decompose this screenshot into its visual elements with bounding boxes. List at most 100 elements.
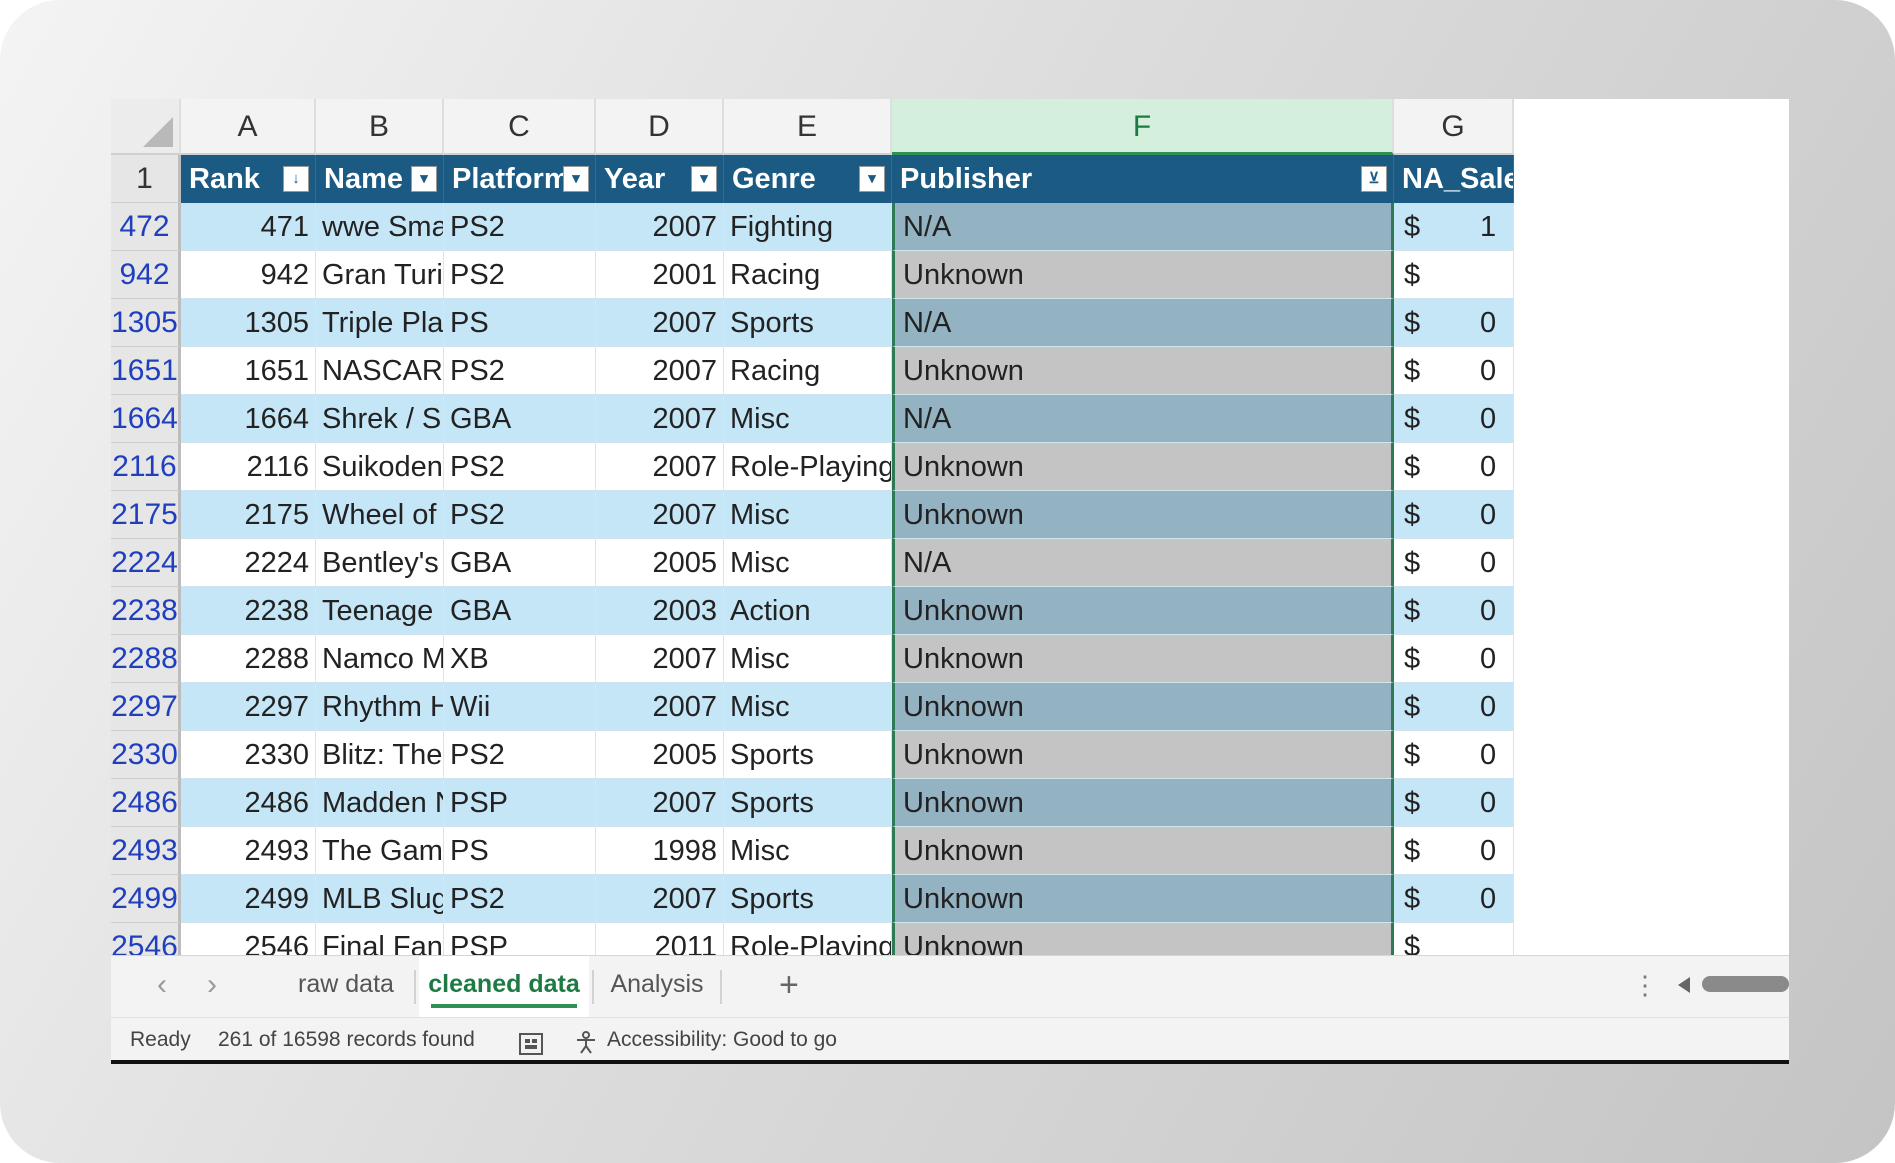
cell-publisher[interactable]: Unknown [892,347,1394,395]
cell-year[interactable]: 2007 [596,299,724,347]
cell-rank[interactable]: 2486 [181,779,316,827]
cell-year[interactable]: 2007 [596,635,724,683]
cell-platform[interactable]: PSP [444,923,596,955]
cell-year[interactable]: 2007 [596,779,724,827]
cell-na[interactable]: $ [1394,923,1514,955]
cell-rank[interactable]: 2297 [181,683,316,731]
cell-name[interactable]: Wheel of F [316,491,444,539]
tab-cleaned-data[interactable]: cleaned data [419,956,589,1018]
cell-genre[interactable]: Misc [724,827,892,875]
row-number[interactable]: 2175 [111,491,181,539]
cell-publisher[interactable]: Unknown [892,587,1394,635]
cell-year[interactable]: 2005 [596,731,724,779]
cell-year[interactable]: 2007 [596,683,724,731]
cell-rank[interactable]: 1651 [181,347,316,395]
cell-year[interactable]: 2001 [596,251,724,299]
cell-year[interactable]: 2007 [596,443,724,491]
row-number[interactable]: 2224 [111,539,181,587]
cell-year[interactable]: 1998 [596,827,724,875]
cell-name[interactable]: Triple Play [316,299,444,347]
cell-na[interactable]: $0 [1394,347,1514,395]
cell-name[interactable]: Blitz: The L [316,731,444,779]
cell-platform[interactable]: GBA [444,587,596,635]
cell-year[interactable]: 2007 [596,491,724,539]
row-number[interactable]: 472 [111,203,181,251]
cell-publisher[interactable]: Unknown [892,683,1394,731]
cell-rank[interactable]: 2224 [181,539,316,587]
row-number[interactable]: 1 [111,155,181,203]
column-header-c[interactable]: C [444,99,596,155]
column-header-f[interactable]: F [892,99,1394,155]
cell-genre[interactable]: Misc [724,683,892,731]
more-options-icon[interactable]: ⋮ [1632,956,1658,1018]
cell-platform[interactable]: PS2 [444,875,596,923]
cell-genre[interactable]: Racing [724,251,892,299]
cell-year[interactable]: 2011 [596,923,724,955]
column-header-b[interactable]: B [316,99,444,155]
cell-publisher[interactable]: Unknown [892,443,1394,491]
cell-rank[interactable]: 2116 [181,443,316,491]
cell-genre[interactable]: Misc [724,395,892,443]
cell-rank[interactable]: 1305 [181,299,316,347]
cell-platform[interactable]: PSP [444,779,596,827]
cell-publisher[interactable]: N/A [892,299,1394,347]
cell-name[interactable]: Final Fant [316,923,444,955]
cell-platform[interactable]: GBA [444,539,596,587]
cell-rank[interactable]: 2499 [181,875,316,923]
cell-publisher[interactable]: N/A [892,395,1394,443]
cell-na[interactable]: $0 [1394,635,1514,683]
select-all-corner[interactable] [111,99,181,155]
prev-sheet-icon[interactable]: ‹ [157,956,167,1018]
filter-dropdown-icon[interactable]: ▾ [563,166,589,192]
cell-name[interactable]: Bentley's H [316,539,444,587]
row-number[interactable]: 1305 [111,299,181,347]
filter-dropdown-icon[interactable]: ▾ [859,166,885,192]
cell-na[interactable]: $0 [1394,779,1514,827]
next-sheet-icon[interactable]: › [207,956,217,1018]
cell-platform[interactable]: PS [444,299,596,347]
tab-analysis[interactable]: Analysis [597,956,717,1018]
cell-year[interactable]: 2007 [596,875,724,923]
cell-rank[interactable]: 2546 [181,923,316,955]
cell-na[interactable]: $0 [1394,875,1514,923]
cell-name[interactable]: Gran Turis [316,251,444,299]
cell-genre[interactable]: Action [724,587,892,635]
row-number[interactable]: 1651 [111,347,181,395]
accessibility-icon[interactable] [574,1027,598,1054]
cell-publisher[interactable]: Unknown [892,731,1394,779]
cell-name[interactable]: Suikoden I [316,443,444,491]
column-header-e[interactable]: E [724,99,892,155]
active-filter-icon[interactable]: ⊻ [1361,166,1387,192]
cell-rank[interactable]: 2175 [181,491,316,539]
cell-name[interactable]: wwe Smac [316,203,444,251]
cell-na[interactable]: $0 [1394,731,1514,779]
cell-platform[interactable]: PS2 [444,443,596,491]
cell-platform[interactable]: XB [444,635,596,683]
cell-genre[interactable]: Misc [724,539,892,587]
cell-rank[interactable]: 471 [181,203,316,251]
row-number[interactable]: 2238 [111,587,181,635]
cell-platform[interactable]: PS2 [444,347,596,395]
macro-recorder-icon[interactable] [519,1027,543,1055]
cell-genre[interactable]: Misc [724,491,892,539]
column-header-g[interactable]: G [1394,99,1514,155]
horizontal-scrollbar-thumb[interactable] [1702,976,1789,992]
column-header-a[interactable]: A [181,99,316,155]
cell-genre[interactable]: Misc [724,635,892,683]
row-number[interactable]: 2116 [111,443,181,491]
cell-platform[interactable]: PS [444,827,596,875]
cell-year[interactable]: 2007 [596,395,724,443]
cell-na[interactable]: $0 [1394,827,1514,875]
cell-genre[interactable]: Fighting [724,203,892,251]
cell-platform[interactable]: GBA [444,395,596,443]
cell-year[interactable]: 2007 [596,203,724,251]
cell-na[interactable]: $0 [1394,491,1514,539]
active-filter-icon[interactable]: ↓ [283,166,309,192]
cell-rank[interactable]: 2493 [181,827,316,875]
cell-rank[interactable]: 942 [181,251,316,299]
cell-genre[interactable]: Role-Playing [724,443,892,491]
cell-publisher[interactable]: N/A [892,203,1394,251]
column-header-d[interactable]: D [596,99,724,155]
cell-na[interactable]: $1 [1394,203,1514,251]
cell-rank[interactable]: 2330 [181,731,316,779]
